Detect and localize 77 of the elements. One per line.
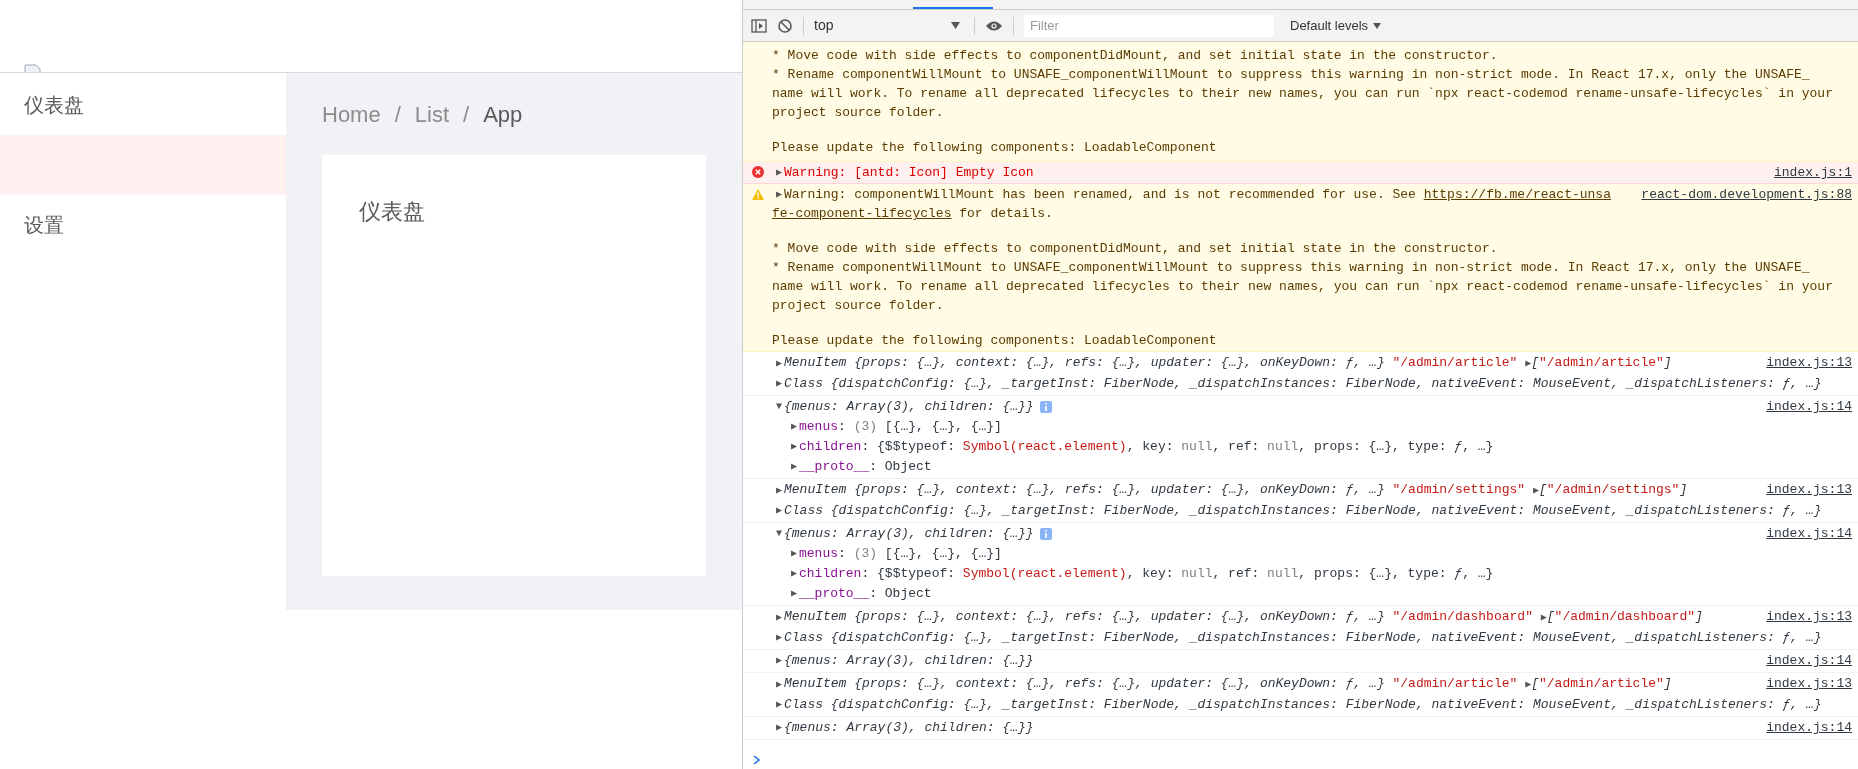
eye-icon[interactable] — [985, 19, 1003, 32]
expand-arrow[interactable]: ▶ — [776, 656, 784, 666]
expand-arrow[interactable]: ▶ — [791, 462, 799, 472]
message-text: name will work. To rename all deprecated lifecycles to their new names, you can run `npx react-codemod rename-unsafe-lifecycles` in your — [772, 85, 1833, 103]
levels-dropdown[interactable]: Default levels — [1290, 15, 1382, 36]
log-text: Class {dispatchConfig: {…}, _targetInst: FiberNode, _dispatchInstances: FiberNode, nativeEvent: MouseEvent, _dispatchListeners: ƒ, …} — [784, 502, 1822, 520]
filter-field[interactable]: Filter — [1024, 14, 1274, 37]
expand-arrow[interactable]: ▶ — [776, 612, 784, 623]
log-text: MenuItem {props: {…}, context: {…}, refs: {…}, updater: {…}, onKeyDown: ƒ, …} "/admin/settings" ▶["/admin/settings"] — [784, 481, 1688, 499]
source-link[interactable]: index.js:14 — [1756, 397, 1852, 416]
card-text: 仪表盘 — [359, 199, 425, 224]
message-text: * Move code with side effects to componentDidMount, and set initial state in the constructor. — [772, 240, 1498, 258]
breadcrumb-current: App — [483, 100, 523, 129]
breadcrumb-separator: / — [394, 100, 401, 129]
expand-arrow[interactable]: ▶ — [776, 506, 784, 516]
expand-arrow[interactable]: ▶ — [776, 358, 784, 369]
log-text: {menus: Array(3), children: {…}} — [784, 719, 1034, 737]
expand-arrow[interactable]: ▶ — [776, 485, 784, 496]
expand-arrow[interactable]: ▶ — [791, 589, 799, 599]
log-text: MenuItem {props: {…}, context: {…}, refs: {…}, updater: {…}, onKeyDown: ƒ, …} "/admin/dashboard" ▶["/admin/dashboard"] — [784, 608, 1703, 626]
source-link[interactable]: index.js:1 — [1764, 163, 1852, 182]
expand-arrow[interactable]: ▶ — [776, 167, 784, 178]
prompt-icon — [753, 755, 761, 765]
log-text: Class {dispatchConfig: {…}, _targetInst: FiberNode, _dispatchInstances: FiberNode, nativeEvent: MouseEvent, _dispatchListeners: ƒ, …} — [784, 696, 1822, 714]
expand-arrow[interactable]: ▶ — [791, 549, 799, 559]
expand-arrow[interactable]: ▼ — [776, 402, 784, 412]
warning-icon — [752, 189, 764, 200]
sidebar-toggle-icon[interactable] — [751, 18, 767, 33]
clear-console-icon[interactable] — [777, 17, 793, 34]
message-text: * Rename componentWillMount to UNSAFE_componentWillMount to suppress this warning in non-strict mode. In React 17.x, only the UNSAFE_ — [772, 259, 1810, 277]
source-link[interactable]: react-dom.development.js:88 — [1631, 185, 1852, 204]
property-text: __proto__: Object — [799, 585, 932, 603]
expand-arrow[interactable]: ▶ — [791, 422, 799, 432]
log-text: {menus: Array(3), children: {…}} — [784, 652, 1034, 670]
source-link[interactable]: index.js:14 — [1756, 718, 1852, 737]
source-link[interactable]: index.js:13 — [1756, 674, 1852, 693]
breadcrumb-separator: / — [463, 100, 470, 129]
log-text: Class {dispatchConfig: {…}, _targetInst: FiberNode, _dispatchInstances: FiberNode, nativeEvent: MouseEvent, _dispatchListeners: ƒ, …} — [784, 629, 1822, 647]
message-text: * Move code with side effects to componentDidMount, and set initial state in the constructor. — [772, 47, 1498, 65]
property-text: __proto__: Object — [799, 458, 932, 476]
message-text: Warning: componentWillMount has been renamed, and is not recommended for use. See https://fb.me/react-unsa — [784, 186, 1611, 204]
context-select[interactable]: top — [814, 15, 964, 36]
message-text: project source folder. — [772, 104, 944, 122]
caret-icon — [951, 22, 960, 29]
log-text: Class {dispatchConfig: {…}, _targetInst: FiberNode, _dispatchInstances: FiberNode, nativeEvent: MouseEvent, _dispatchListeners: ƒ, …} — [784, 375, 1822, 393]
source-link[interactable]: index.js:13 — [1756, 480, 1852, 499]
message-text: Warning: [antd: Icon] Empty Icon — [784, 164, 1034, 182]
log-text: {menus: Array(3), children: {…}} — [784, 525, 1034, 543]
property-text: menus: (3) [{…}, {…}, {…}] — [799, 418, 1002, 436]
error-icon — [752, 166, 764, 178]
expand-arrow[interactable]: ▶ — [791, 442, 799, 452]
log-text: {menus: Array(3), children: {…}} — [784, 398, 1034, 416]
caret-icon — [1373, 22, 1382, 29]
source-link[interactable]: index.js:13 — [1756, 353, 1852, 372]
expand-arrow[interactable]: ▶ — [776, 700, 784, 710]
property-text: children: {$$typeof: Symbol(react.element), key: null, ref: null, props: {…}, type: ƒ, …} — [799, 565, 1494, 583]
source-link[interactable]: index.js:13 — [1756, 607, 1852, 626]
message-text: Please update the following components: LoadableComponent — [772, 139, 1217, 157]
expand-arrow[interactable]: ▶ — [776, 633, 784, 643]
source-link[interactable]: index.js:14 — [1756, 524, 1852, 543]
image-icon — [24, 64, 42, 72]
message-text: project source folder. — [772, 297, 944, 315]
message-text: name will work. To rename all deprecated lifecycles to their new names, you can run `npx react-codemod rename-unsafe-lifecycles` in your — [772, 278, 1833, 296]
property-text: menus: (3) [{…}, {…}, {…}] — [799, 545, 1002, 563]
expand-arrow[interactable]: ▶ — [776, 723, 784, 733]
log-text: MenuItem {props: {…}, context: {…}, refs: {…}, updater: {…}, onKeyDown: ƒ, …} "/admin/article" ▶["/admin/article"] — [784, 354, 1672, 372]
log-text: MenuItem {props: {…}, context: {…}, refs: {…}, updater: {…}, onKeyDown: ƒ, …} "/admin/article" ▶["/admin/article"] — [784, 675, 1672, 693]
message-text: fe-component-lifecycles for details. — [772, 205, 1053, 223]
property-text: children: {$$typeof: Symbol(react.element), key: null, ref: null, props: {…}, type: ƒ, …} — [799, 438, 1494, 456]
message-text: Please update the following components: LoadableComponent — [772, 332, 1217, 350]
expand-arrow[interactable]: ▶ — [776, 679, 784, 690]
expand-arrow[interactable]: ▶ — [776, 379, 784, 389]
expand-arrow[interactable]: ▶ — [791, 569, 799, 579]
expand-arrow[interactable]: ▶ — [776, 189, 784, 200]
expand-arrow[interactable]: ▼ — [776, 529, 784, 539]
message-text: * Rename componentWillMount to UNSAFE_componentWillMount to suppress this warning in non-strict mode. In React 17.x, only the UNSAFE_ — [772, 66, 1810, 84]
source-link[interactable]: index.js:14 — [1756, 651, 1852, 670]
